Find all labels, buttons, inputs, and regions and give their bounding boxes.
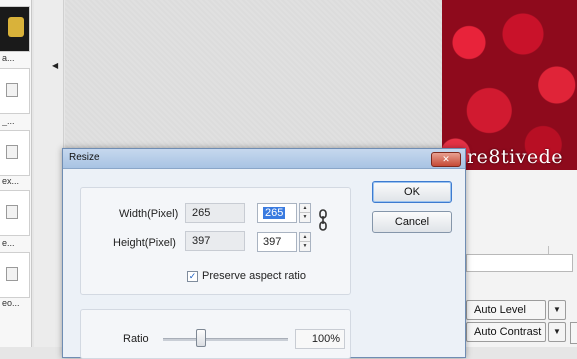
thumbnail-caption: a... <box>2 53 15 63</box>
height-input[interactable]: 397 <box>257 232 297 252</box>
original-width: 265 <box>185 203 245 223</box>
panel-field[interactable] <box>466 254 573 272</box>
spin-up-icon[interactable]: ▲ <box>300 233 310 242</box>
document-icon <box>6 267 18 281</box>
thumbnail-caption: ex... <box>2 176 20 186</box>
preserve-aspect-label: Preserve aspect ratio <box>202 270 306 282</box>
thumbnail-caption: e... <box>2 238 15 248</box>
ratio-slider-thumb[interactable] <box>196 329 206 347</box>
spin-up-icon[interactable]: ▲ <box>300 204 310 213</box>
thumbnail-item[interactable] <box>0 6 30 52</box>
resize-dialog: Resize ✕ Width(Pixel) 265 265 ▲ ▼ Height… <box>62 148 466 359</box>
photo-preview <box>442 0 577 170</box>
chevron-down-icon[interactable]: ▼ <box>548 322 566 342</box>
collapse-arrow-icon[interactable]: ◀ <box>52 60 62 72</box>
width-label: Width(Pixel) <box>119 208 179 220</box>
preserve-aspect-checkbox[interactable]: ✓ <box>187 271 198 282</box>
width-spinner[interactable]: ▲ ▼ <box>299 203 311 223</box>
document-icon <box>6 145 18 159</box>
thumbnail-caption: eo... <box>2 298 20 308</box>
spin-down-icon[interactable]: ▼ <box>300 242 310 251</box>
thumbnail-image <box>8 17 24 37</box>
close-icon: ✕ <box>442 154 450 164</box>
document-icon <box>6 205 18 219</box>
document-icon <box>6 83 18 97</box>
ratio-label: Ratio <box>123 333 149 345</box>
height-spinner[interactable]: ▲ ▼ <box>299 232 311 252</box>
height-label: Height(Pixel) <box>113 237 176 249</box>
dialog-titlebar[interactable]: Resize ✕ <box>63 149 465 169</box>
thumbnail-strip: a... _... ex... e... eo... <box>0 0 32 347</box>
photo-watermark: Cre8tivede <box>452 146 564 168</box>
auto-level-button[interactable]: Auto Level <box>466 300 546 320</box>
spin-down-icon[interactable]: ▼ <box>300 213 310 222</box>
ratio-slider-track[interactable] <box>163 338 288 341</box>
close-button[interactable]: ✕ <box>431 152 461 167</box>
thumbnail-item[interactable] <box>0 190 30 236</box>
width-input[interactable]: 265 <box>257 203 297 223</box>
panel-control[interactable] <box>570 322 577 344</box>
ok-button[interactable]: OK <box>372 181 452 203</box>
original-height: 397 <box>185 231 245 251</box>
thumbnail-item[interactable] <box>0 130 30 176</box>
width-input-value: 265 <box>263 207 286 219</box>
chain-link-icon[interactable] <box>319 209 327 231</box>
thumbnail-caption: _... <box>2 116 15 126</box>
ratio-value: 100% <box>295 329 345 349</box>
auto-contrast-button[interactable]: Auto Contrast <box>466 322 546 342</box>
thumbnail-item[interactable] <box>0 252 30 298</box>
panel-splitter[interactable] <box>34 0 64 347</box>
dialog-title: Resize <box>69 152 100 163</box>
thumbnail-item[interactable] <box>0 68 30 114</box>
cancel-button[interactable]: Cancel <box>372 211 452 233</box>
chevron-down-icon[interactable]: ▼ <box>548 300 566 320</box>
